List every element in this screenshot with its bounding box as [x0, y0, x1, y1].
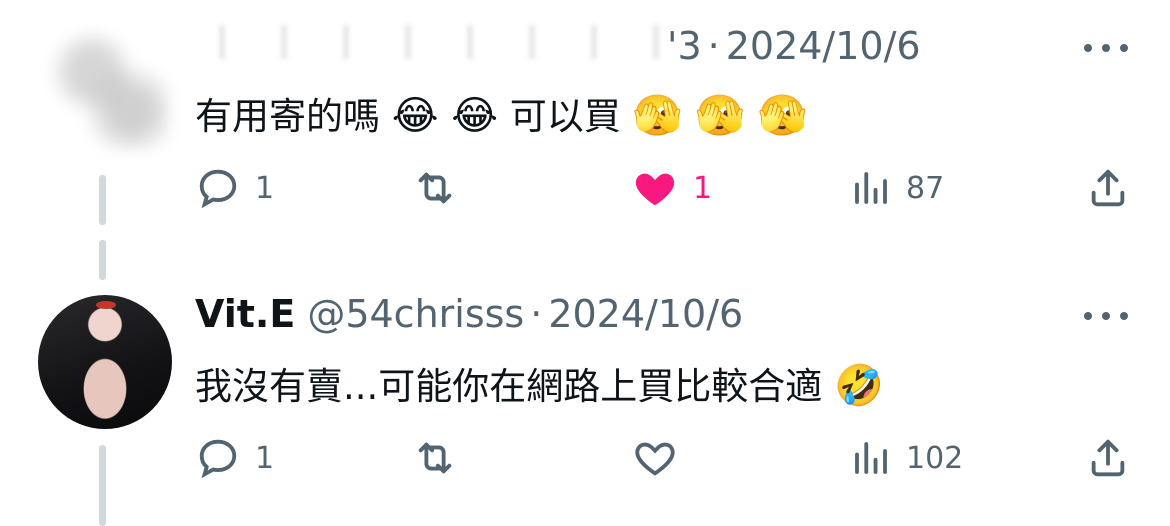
tweet-header: '3 · 2024/10/6 [195, 24, 921, 68]
share-button[interactable] [1085, 165, 1131, 211]
share-icon [1091, 439, 1125, 477]
like-button[interactable]: 1 [631, 165, 712, 211]
tweet-text-part2: 可以買 [509, 95, 621, 138]
tweet[interactable]: Vit.E @54chrisss · 2024/10/6 我沒有賣...可能你在… [0, 265, 1170, 526]
more-icon[interactable] [1084, 310, 1128, 322]
retweet-button[interactable] [411, 435, 459, 481]
tweet-header: Vit.E @54chrisss · 2024/10/6 [195, 292, 743, 336]
like-count: 1 [693, 170, 713, 206]
views-button[interactable]: 87 [850, 165, 944, 211]
separator-dot: · [707, 24, 720, 68]
view-count: 87 [906, 170, 945, 206]
peeking-emoji: 🫣 🫣 🫣 [632, 93, 808, 139]
share-icon [1091, 169, 1125, 207]
like-button[interactable] [631, 435, 693, 481]
tweet-date[interactable]: 2024/10/6 [548, 292, 743, 336]
reply-button[interactable]: 1 [195, 165, 274, 211]
views-icon [855, 172, 887, 204]
reply-count: 1 [255, 440, 275, 476]
tweet-text: 我沒有賣...可能你在網路上買比較合適 🤣 [195, 356, 884, 410]
avatar[interactable] [40, 20, 170, 150]
retweet-icon [418, 172, 452, 204]
retweet-button[interactable] [411, 165, 459, 211]
retweet-icon [418, 442, 452, 474]
reply-button[interactable]: 1 [195, 435, 274, 481]
tweet[interactable]: '3 · 2024/10/6 有用寄的嗎 😂 😂 可以買 🫣 🫣 🫣 1 1 8… [0, 0, 1170, 280]
views-icon [855, 442, 887, 474]
thread-line [99, 175, 106, 225]
share-button[interactable] [1085, 435, 1131, 481]
separator-dot: · [530, 292, 543, 336]
reply-icon [199, 169, 237, 209]
rofl-emoji: 🤣 [834, 363, 884, 409]
tweet-text: 有用寄的嗎 😂 😂 可以買 🫣 🫣 🫣 [195, 86, 807, 140]
like-icon [635, 173, 675, 206]
tweet-text-part1: 有用寄的嗎 [195, 95, 380, 138]
tweet-date[interactable]: 2024/10/6 [726, 24, 921, 68]
tweet-actions: 1 1 87 [195, 165, 1135, 215]
reply-count: 1 [255, 170, 275, 206]
view-count: 102 [906, 440, 964, 476]
like-icon [635, 442, 675, 476]
views-button[interactable]: 102 [850, 435, 963, 481]
reply-icon [199, 439, 237, 479]
avatar[interactable] [38, 295, 172, 429]
author-partial: '3 [667, 24, 702, 68]
author-name[interactable]: Vit.E [195, 292, 295, 336]
tweet-text-body: 我沒有賣...可能你在網路上買比較合適 [195, 365, 823, 408]
thread-line [99, 445, 106, 526]
obscured-author[interactable] [195, 25, 665, 59]
laughing-emoji: 😂 😂 [391, 93, 498, 139]
tweet-actions: 1 102 [195, 435, 1135, 485]
more-icon[interactable] [1084, 42, 1128, 54]
author-handle[interactable]: @54chrisss [307, 292, 524, 336]
